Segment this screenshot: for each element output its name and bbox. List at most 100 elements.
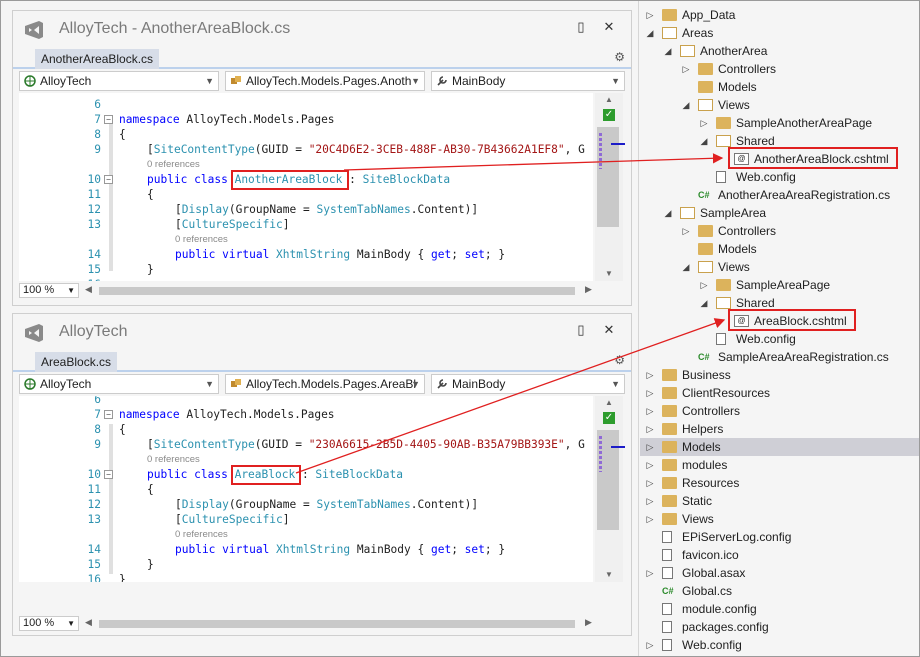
collapse-icon[interactable]: − xyxy=(104,470,113,479)
expand-icon[interactable]: ▷ xyxy=(680,60,692,78)
tree-item[interactable]: module.config xyxy=(640,600,919,618)
gear-icon[interactable]: ⚙ xyxy=(614,50,625,64)
panel-divider[interactable] xyxy=(638,0,639,657)
expand-icon[interactable]: ▷ xyxy=(644,438,656,456)
tree-item[interactable]: ▷ Global.asax xyxy=(640,564,919,582)
expand-icon[interactable]: ▷ xyxy=(644,6,656,24)
zoom-dropdown[interactable]: 100 % ▼ xyxy=(19,616,79,631)
collapse-icon[interactable]: − xyxy=(104,175,113,184)
collapse-icon[interactable]: − xyxy=(104,115,113,124)
tree-item[interactable]: ▷ SampleAnotherAreaPage xyxy=(640,114,919,132)
expand-icon[interactable]: ▷ xyxy=(644,456,656,474)
scroll-up-icon[interactable]: ▲ xyxy=(605,398,613,407)
expand-icon[interactable]: ▷ xyxy=(644,636,656,654)
tree-item[interactable]: ▷ Controllers xyxy=(640,222,919,240)
tree-item[interactable]: ▷ Static xyxy=(640,492,919,510)
tree-item[interactable]: ▷ Web.config xyxy=(640,636,919,654)
scroll-right-icon[interactable]: ▶ xyxy=(585,617,592,628)
scroll-left-icon[interactable]: ◀ xyxy=(85,617,92,628)
class-dropdown[interactable]: AlloyTech.Models.Pages.AreaBl ▼ xyxy=(225,374,425,394)
horizontal-scrollbar[interactable]: 100 % ▼ ◀ ▶ xyxy=(19,283,599,299)
collapse-icon[interactable]: ◢ xyxy=(698,294,710,312)
tree-item[interactable]: ▷ Views xyxy=(640,510,919,528)
pin-icon[interactable]: ▯ xyxy=(573,19,589,35)
scroll-down-icon[interactable]: ▼ xyxy=(605,570,613,579)
tree-item[interactable]: ▷ Models xyxy=(640,438,919,456)
tree-item[interactable]: ▷ Controllers xyxy=(640,402,919,420)
tree-item[interactable]: C# SampleAreaAreaRegistration.cs xyxy=(640,348,919,366)
expand-icon[interactable]: ▷ xyxy=(644,492,656,510)
scrollbar-thumb[interactable] xyxy=(99,620,575,628)
vertical-scrollbar[interactable]: ▲ ✓ ▼ xyxy=(595,93,625,281)
class-dropdown[interactable]: AlloyTech.Models.Pages.Anoth ▼ xyxy=(225,71,425,91)
tree-item[interactable]: ▷ Resources xyxy=(640,474,919,492)
close-icon[interactable]: ✕ xyxy=(601,322,617,338)
collapse-icon[interactable]: ◢ xyxy=(680,96,692,114)
tree-item[interactable]: ▷ App_Data xyxy=(640,6,919,24)
tree-item[interactable]: ◢ AnotherArea xyxy=(640,42,919,60)
collapse-icon[interactable]: ◢ xyxy=(680,258,692,276)
scroll-up-icon[interactable]: ▲ xyxy=(605,95,613,104)
code-lens-references[interactable]: 0 references xyxy=(147,454,200,465)
member-dropdown[interactable]: MainBody ▼ xyxy=(431,71,625,91)
expand-icon[interactable]: ▷ xyxy=(644,474,656,492)
member-dropdown[interactable]: MainBody ▼ xyxy=(431,374,625,394)
tree-item[interactable]: C# Global.cs xyxy=(640,582,919,600)
tree-item[interactable]: favicon.ico xyxy=(640,546,919,564)
tree-item[interactable]: ▷ ClientResources xyxy=(640,384,919,402)
horizontal-scrollbar[interactable]: 100 % ▼ ◀ ▶ xyxy=(19,616,599,632)
tree-item[interactable]: ▷ modules xyxy=(640,456,919,474)
tree-item[interactable]: ◢ Views xyxy=(640,96,919,114)
tree-item[interactable]: EPiServerLog.config xyxy=(640,528,919,546)
tree-item[interactable]: Web.config xyxy=(640,330,919,348)
pin-icon[interactable]: ▯ xyxy=(573,322,589,338)
tree-item[interactable]: C# AnotherAreaAreaRegistration.cs xyxy=(640,186,919,204)
expand-icon[interactable]: ▷ xyxy=(644,384,656,402)
scroll-left-icon[interactable]: ◀ xyxy=(85,284,92,295)
tree-item[interactable]: Web.config xyxy=(640,168,919,186)
vertical-scrollbar[interactable]: ▲ ✓ ▼ xyxy=(595,396,625,582)
tree-item[interactable]: ▷ Controllers xyxy=(640,60,919,78)
zoom-dropdown[interactable]: 100 % ▼ xyxy=(19,283,79,298)
gear-icon[interactable]: ⚙ xyxy=(614,353,625,367)
expand-icon[interactable]: ▷ xyxy=(680,222,692,240)
close-icon[interactable]: ✕ xyxy=(601,19,617,35)
document-tab[interactable]: AreaBlock.cs xyxy=(35,352,118,372)
code-lens-references[interactable]: 0 references xyxy=(175,529,228,540)
expand-icon[interactable]: ▷ xyxy=(698,276,710,294)
tree-item[interactable]: @ AreaBlock.cshtml xyxy=(640,309,919,331)
scrollbar-thumb[interactable] xyxy=(99,287,575,295)
expand-icon[interactable]: ▷ xyxy=(644,564,656,582)
window-title-bar[interactable]: AlloyTech ▯ ✕ xyxy=(13,314,631,350)
project-dropdown[interactable]: AlloyTech ▼ xyxy=(19,71,219,91)
expand-icon[interactable]: ▷ xyxy=(644,420,656,438)
expand-icon[interactable]: ▷ xyxy=(644,402,656,420)
tree-item[interactable]: Models xyxy=(640,78,919,96)
code-lens-references[interactable]: 0 references xyxy=(175,234,228,245)
tree-item[interactable]: ◢ Views xyxy=(640,258,919,276)
tree-item[interactable]: @ AnotherAreaBlock.cshtml xyxy=(640,147,919,169)
expand-icon[interactable]: ▷ xyxy=(644,366,656,384)
collapse-icon[interactable]: ◢ xyxy=(644,24,656,42)
collapse-icon[interactable]: ◢ xyxy=(662,204,674,222)
tree-item[interactable]: Models xyxy=(640,240,919,258)
scroll-right-icon[interactable]: ▶ xyxy=(585,284,592,295)
window-title-bar[interactable]: AlloyTech - AnotherAreaBlock.cs ▯ ✕ xyxy=(13,11,631,47)
collapse-icon[interactable]: − xyxy=(104,410,113,419)
project-dropdown[interactable]: AlloyTech ▼ xyxy=(19,374,219,394)
tree-item[interactable]: ▷ Business xyxy=(640,366,919,384)
collapse-icon[interactable]: ◢ xyxy=(662,42,674,60)
expand-icon[interactable]: ▷ xyxy=(644,510,656,528)
document-tab[interactable]: AnotherAreaBlock.cs xyxy=(35,49,160,69)
tree-item[interactable]: ▷ Helpers xyxy=(640,420,919,438)
scroll-down-icon[interactable]: ▼ xyxy=(605,269,613,278)
tree-item[interactable]: ◢ Areas xyxy=(640,24,919,42)
tree-item[interactable]: ▷ SampleAreaPage xyxy=(640,276,919,294)
collapse-icon[interactable]: ◢ xyxy=(698,132,710,150)
code-lens-references[interactable]: 0 references xyxy=(147,159,200,170)
expand-icon[interactable]: ▷ xyxy=(698,114,710,132)
tree-item[interactable]: packages.config xyxy=(640,618,919,636)
code-editor[interactable]: 6 7 − namespace AlloyTech.Models.Pages 8… xyxy=(19,93,593,281)
tree-item[interactable]: ◢ SampleArea xyxy=(640,204,919,222)
code-editor[interactable]: 6 7 − namespace AlloyTech.Models.Pages 8… xyxy=(19,396,593,582)
